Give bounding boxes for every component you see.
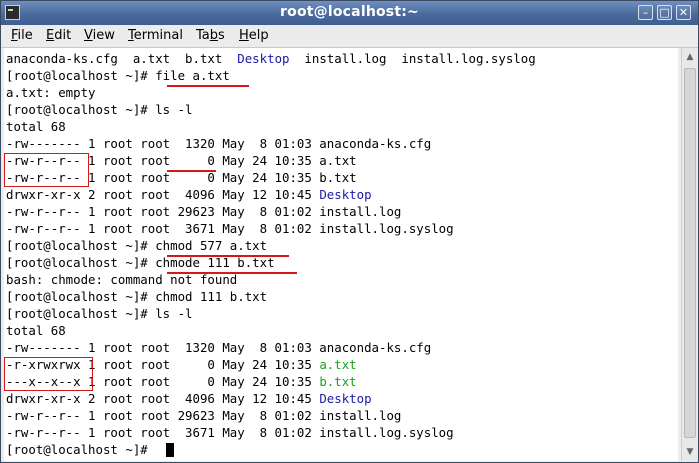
terminal-text: -rw-r--r-- 1 root root 3671 May 8 01:02 …	[6, 221, 454, 236]
terminal-text: [root@localhost ~]# file a.txt	[6, 68, 230, 83]
terminal-line: [root@localhost ~]# chmod 111 b.txt	[6, 288, 267, 305]
terminal-output[interactable]: anaconda-ks.cfg a.txt b.txt Desktop inst…	[4, 48, 678, 461]
annotation-underline	[167, 85, 249, 87]
terminal-text: drwxr-xr-x 2 root root 4096 May 12 10:45	[6, 391, 320, 406]
terminal-text: -rw------- 1 root root 1320 May 8 01:03 …	[6, 340, 432, 355]
terminal-line: [root@localhost ~]# ls -l	[6, 101, 193, 118]
terminal-text: -rw-r--r-- 1 root root 3671 May 8 01:02 …	[6, 425, 454, 440]
menu-bar: File Edit View Terminal Tabs Help	[1, 25, 698, 48]
terminal-text: bash: chmode: command not found	[6, 272, 238, 287]
annotation-box	[4, 153, 89, 187]
annotation-box	[4, 357, 93, 391]
terminal-text: anaconda-ks.cfg a.txt b.txt	[6, 51, 238, 66]
menu-file[interactable]: File	[11, 28, 33, 43]
terminal-text: [root@localhost ~]#	[6, 442, 156, 457]
terminal-text: [root@localhost ~]# ls -l	[6, 102, 193, 117]
terminal-line: -rw------- 1 root root 1320 May 8 01:03 …	[6, 339, 431, 356]
annotation-underline	[167, 255, 289, 257]
executable-file-name: a.txt	[319, 357, 357, 372]
menu-terminal[interactable]: Terminal	[128, 28, 183, 43]
directory-name: Desktop	[237, 51, 290, 66]
annotation-underline	[167, 170, 216, 172]
terminal-line: total 68	[6, 118, 66, 135]
terminal-window: root@localhost:~ – □ ✕ File Edit View Te…	[0, 0, 699, 463]
terminal-text: -rw-r--r-- 1 root root 29623 May 8 01:02…	[6, 204, 402, 219]
scrollbar-thumb[interactable]	[684, 68, 696, 438]
terminal-line: [root@localhost ~]# file a.txt	[6, 67, 230, 84]
terminal-line: -rw------- 1 root root 1320 May 8 01:03 …	[6, 135, 431, 152]
window-title: root@localhost:~	[280, 4, 419, 20]
terminal-line: a.txt: empty	[6, 84, 96, 101]
menu-help[interactable]: Help	[239, 28, 269, 43]
terminal-line: [root@localhost ~]# chmod 577 a.txt	[6, 237, 267, 254]
terminal-line: [root@localhost ~]#	[6, 441, 155, 458]
directory-name: Desktop	[319, 187, 372, 202]
scroll-up-arrow-icon[interactable]: ▲	[684, 51, 696, 63]
terminal-line: [root@localhost ~]# ls -l	[6, 305, 193, 322]
terminal-text: -rw-r--r-- 1 root root 29623 May 8 01:02…	[6, 408, 402, 423]
menu-view[interactable]: View	[84, 28, 115, 43]
menu-tabs[interactable]: Tabs	[196, 28, 225, 43]
close-button[interactable]: ✕	[676, 5, 691, 20]
vertical-scrollbar[interactable]: ▲ ▼	[681, 48, 698, 461]
terminal-line: total 68	[6, 322, 66, 339]
terminal-line: anaconda-ks.cfg a.txt b.txt Desktop inst…	[6, 50, 536, 67]
terminal-line: -rw-r--r-- 1 root root 29623 May 8 01:02…	[6, 203, 401, 220]
terminal-line: -rw-r--r-- 1 root root 29623 May 8 01:02…	[6, 407, 401, 424]
minimize-button[interactable]: –	[638, 5, 653, 20]
maximize-button[interactable]: □	[657, 5, 672, 20]
terminal-text: -rw------- 1 root root 1320 May 8 01:03 …	[6, 136, 432, 151]
terminal-text: total 68	[6, 323, 66, 338]
terminal-text: [root@localhost ~]# ls -l	[6, 306, 193, 321]
scroll-down-arrow-icon[interactable]: ▼	[684, 446, 696, 458]
directory-name: Desktop	[319, 391, 372, 406]
terminal-line: -rw-r--r-- 1 root root 3671 May 8 01:02 …	[6, 220, 454, 237]
terminal-line: drwxr-xr-x 2 root root 4096 May 12 10:45…	[6, 390, 372, 407]
terminal-text: total 68	[6, 119, 66, 134]
executable-file-name: b.txt	[319, 374, 357, 389]
terminal-line: -rw-r--r-- 1 root root 3671 May 8 01:02 …	[6, 424, 454, 441]
terminal-text: a.txt: empty	[6, 85, 96, 100]
terminal-text: [root@localhost ~]# chmode 111 b.txt	[6, 255, 275, 270]
title-bar[interactable]: root@localhost:~ – □ ✕	[1, 1, 698, 25]
terminal-text: [root@localhost ~]# chmod 577 a.txt	[6, 238, 268, 253]
terminal-text: drwxr-xr-x 2 root root 4096 May 12 10:45	[6, 187, 320, 202]
terminal-text: [root@localhost ~]# chmod 111 b.txt	[6, 289, 268, 304]
terminal-line: drwxr-xr-x 2 root root 4096 May 12 10:45…	[6, 186, 372, 203]
annotation-underline	[167, 272, 297, 274]
menu-edit[interactable]: Edit	[46, 28, 71, 43]
text-cursor	[166, 443, 174, 457]
terminal-text: install.log install.log.syslog	[289, 51, 536, 66]
